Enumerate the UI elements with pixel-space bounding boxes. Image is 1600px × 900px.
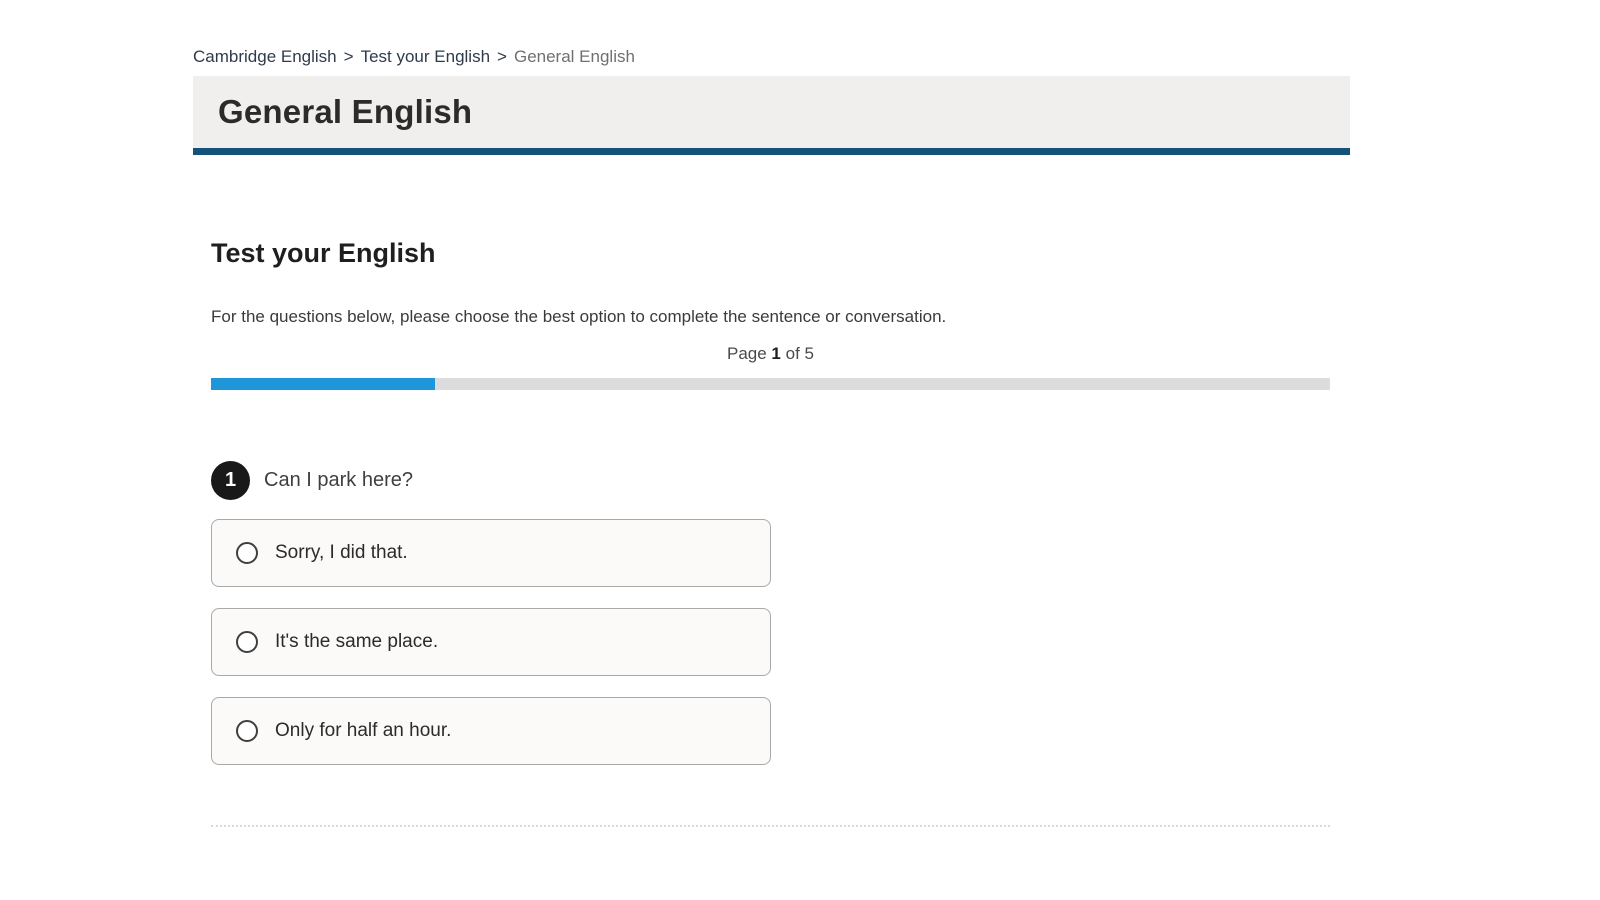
page-total-number: 5 <box>805 344 814 363</box>
progress-fill <box>211 378 435 390</box>
option-card-2[interactable]: It's the same place. <box>211 608 771 676</box>
radio-button-icon[interactable] <box>236 542 258 564</box>
option-card-1[interactable]: Sorry, I did that. <box>211 519 771 587</box>
page-of-label: of <box>786 344 800 363</box>
page-title: General English <box>218 93 472 131</box>
option-label: It's the same place. <box>275 631 438 653</box>
radio-button-icon[interactable] <box>236 720 258 742</box>
breadcrumb-link-test-your-english[interactable]: Test your English <box>361 47 490 66</box>
option-card-3[interactable]: Only for half an hour. <box>211 697 771 765</box>
breadcrumb-separator: > <box>497 47 507 66</box>
page-current-number: 1 <box>771 344 780 363</box>
options-list: Sorry, I did that. It's the same place. … <box>211 519 771 786</box>
question-row: 1 Can I park here? <box>211 461 413 500</box>
page-prefix: Page <box>727 344 767 363</box>
dotted-divider <box>211 825 1330 827</box>
instruction-text: For the questions below, please choose t… <box>211 307 946 327</box>
radio-button-icon[interactable] <box>236 631 258 653</box>
page-indicator: Page 1 of 5 <box>211 344 1330 364</box>
progress-bar <box>211 378 1330 390</box>
breadcrumb-separator: > <box>344 47 354 66</box>
question-text: Can I park here? <box>264 469 413 492</box>
question-number-badge: 1 <box>211 461 250 500</box>
breadcrumb-current-general-english: General English <box>514 47 635 66</box>
section-heading: Test your English <box>211 238 436 269</box>
page-header-band: General English <box>193 76 1350 155</box>
breadcrumb: Cambridge English > Test your English > Gene… <box>193 47 635 67</box>
option-label: Sorry, I did that. <box>275 542 408 564</box>
option-label: Only for half an hour. <box>275 720 451 742</box>
breadcrumb-link-cambridge-english[interactable]: Cambridge English <box>193 47 337 66</box>
